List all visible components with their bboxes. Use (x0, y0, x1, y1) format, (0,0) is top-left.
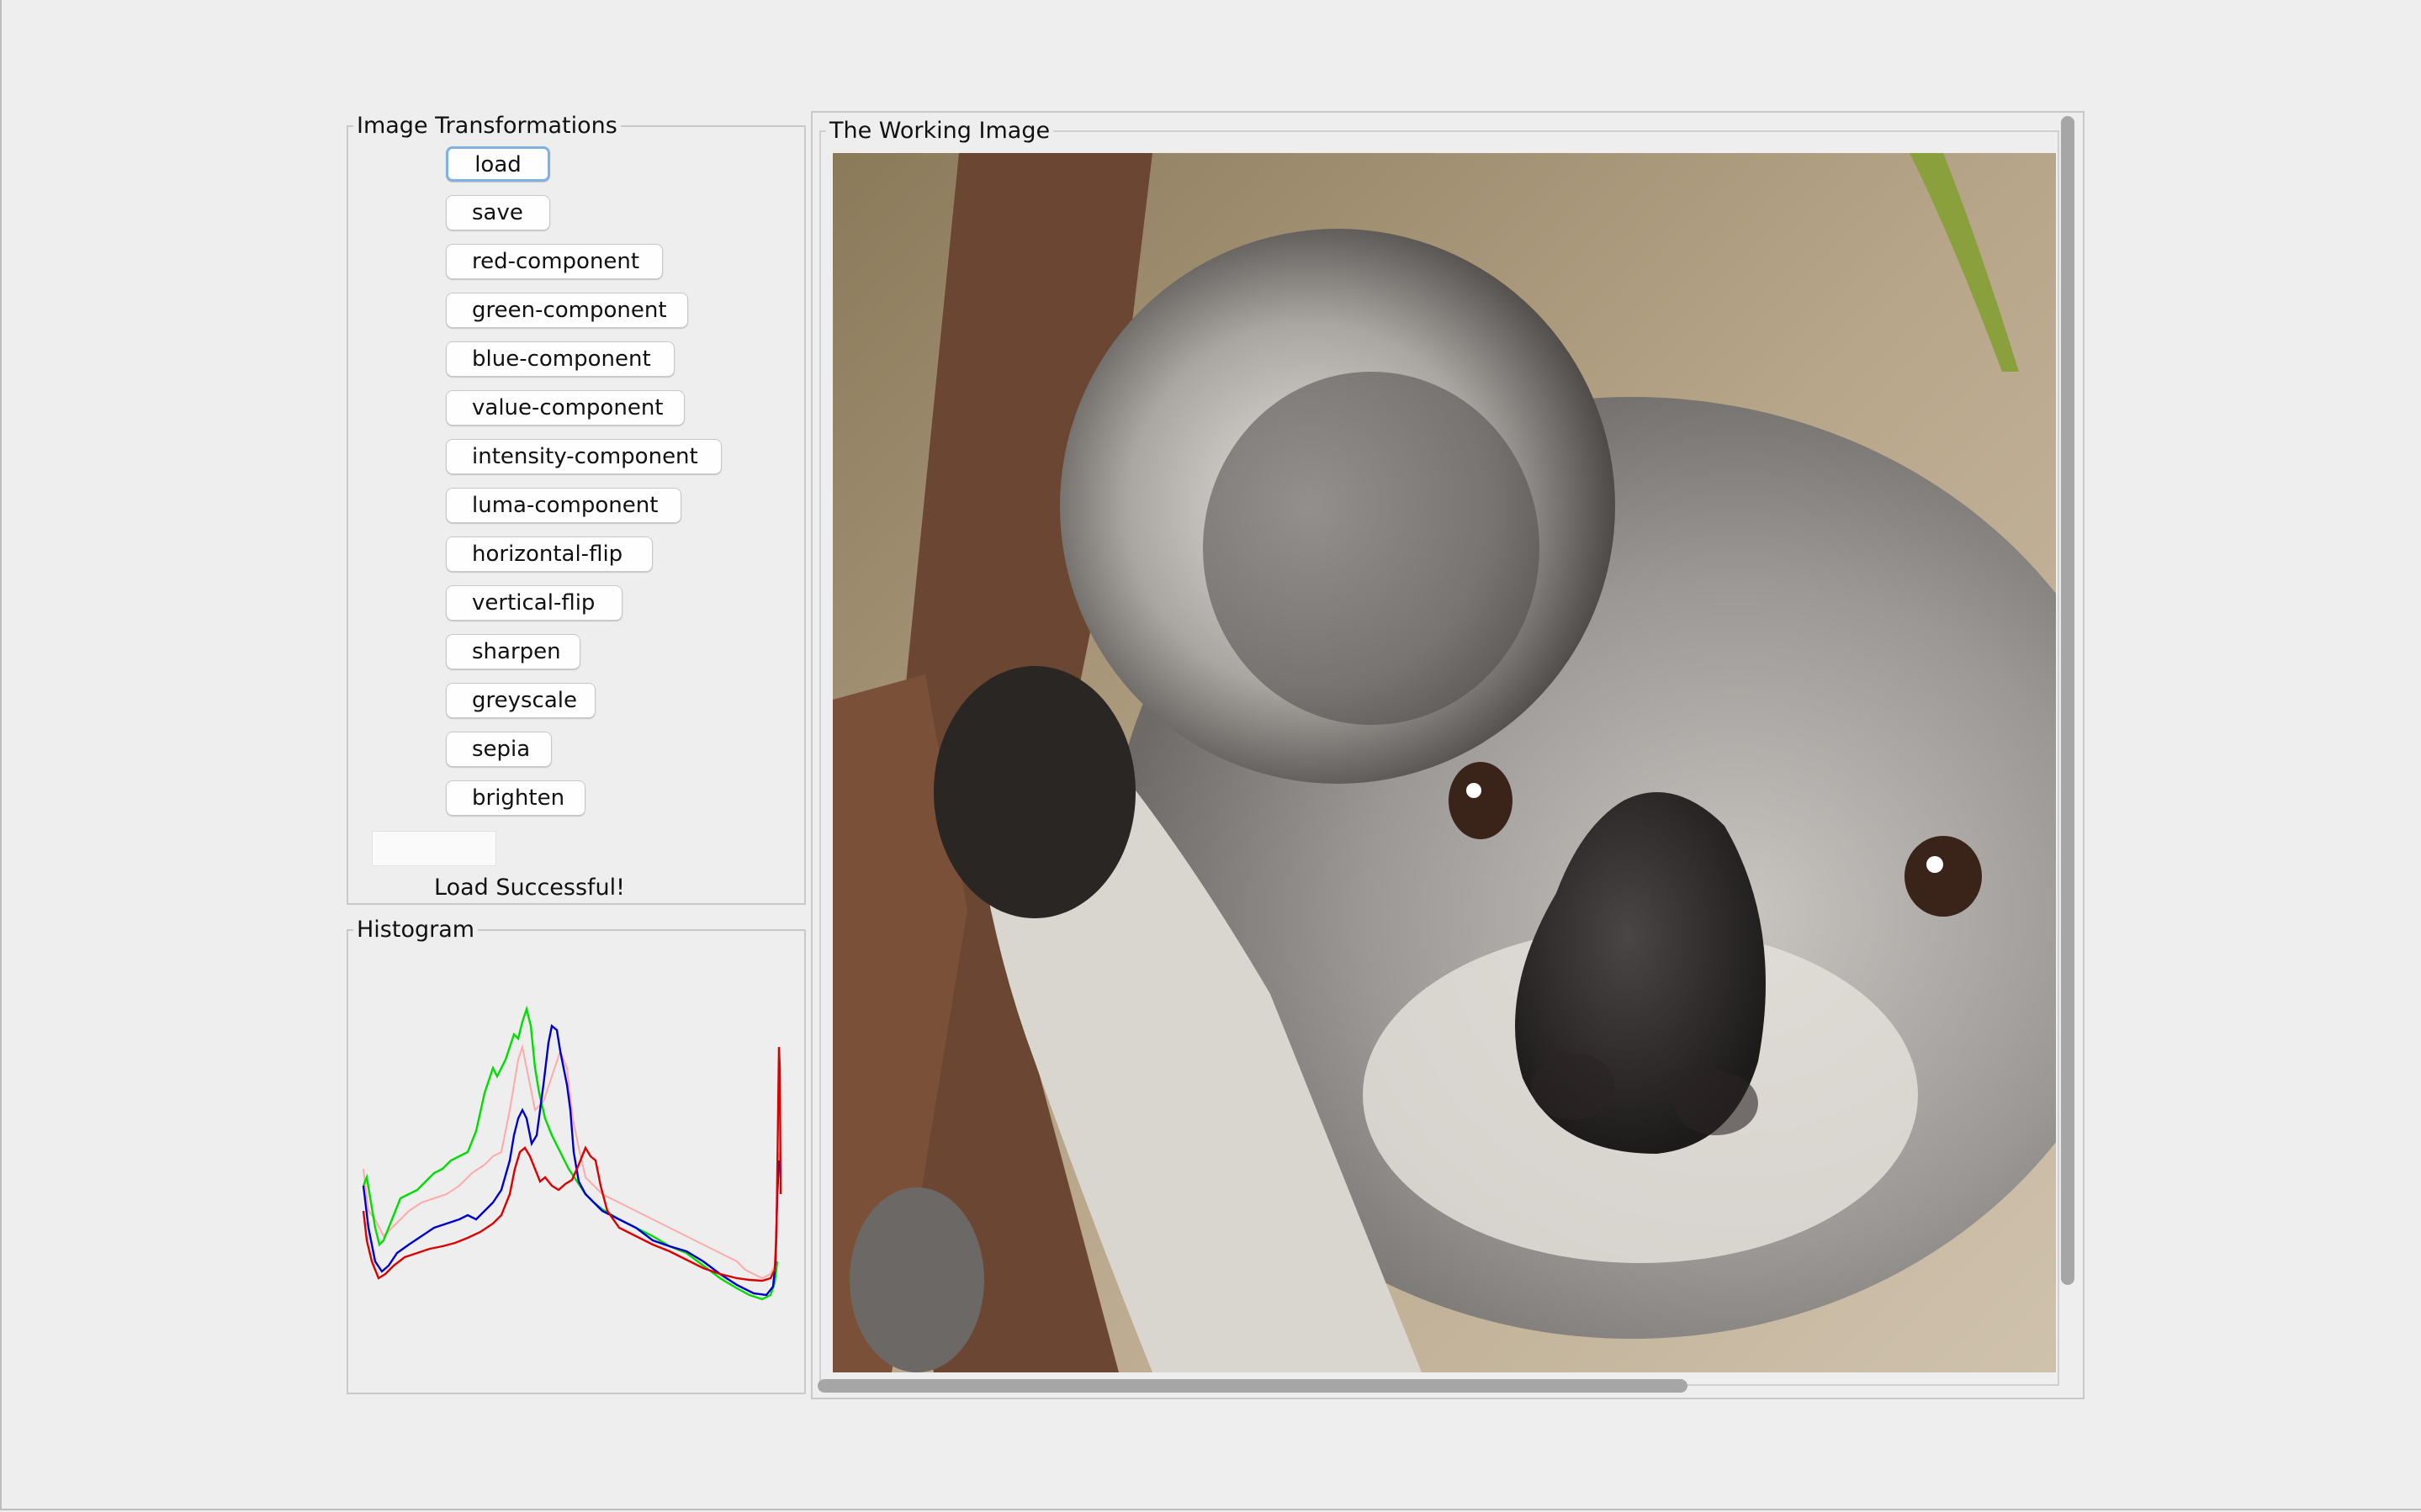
value-component-button[interactable]: value-component (446, 390, 685, 426)
working-image-title: The Working Image (829, 118, 1051, 144)
vertical-flip-button[interactable]: vertical-flip (446, 585, 622, 621)
histogram-intensity-line (363, 1044, 780, 1280)
histogram-blue-line (362, 1023, 781, 1297)
transformations-title: Image Transformations (357, 113, 617, 139)
histogram-green-line (362, 1005, 779, 1301)
load-button[interactable]: load (446, 146, 550, 182)
save-button[interactable]: save (446, 195, 550, 230)
koala-image-icon (833, 153, 2056, 1372)
working-image (833, 153, 2056, 1372)
sepia-button[interactable]: sepia (446, 732, 552, 767)
horizontal-flip-button[interactable]: horizontal-flip (446, 537, 653, 572)
brighten-amount-field[interactable] (372, 831, 496, 866)
status-message: Load Successful! (434, 875, 625, 901)
brighten-button[interactable]: brighten (446, 780, 585, 816)
blue-component-button[interactable]: blue-component (446, 341, 675, 377)
histogram-red-line (362, 1046, 782, 1282)
intensity-component-button[interactable]: intensity-component (446, 439, 722, 474)
sharpen-button[interactable]: sharpen (446, 634, 580, 669)
luma-component-button[interactable]: luma-component (446, 488, 681, 523)
histogram-title: Histogram (357, 917, 475, 943)
horizontal-scrollbar[interactable] (818, 1379, 1687, 1393)
green-component-button[interactable]: green-component (446, 293, 688, 328)
histogram-chart (362, 1005, 782, 1301)
red-component-button[interactable]: red-component (446, 244, 663, 279)
app-window: Image Transformations load save red-comp… (0, 0, 2421, 1510)
vertical-scrollbar[interactable] (2061, 116, 2074, 1285)
greyscale-button[interactable]: greyscale (446, 683, 596, 718)
